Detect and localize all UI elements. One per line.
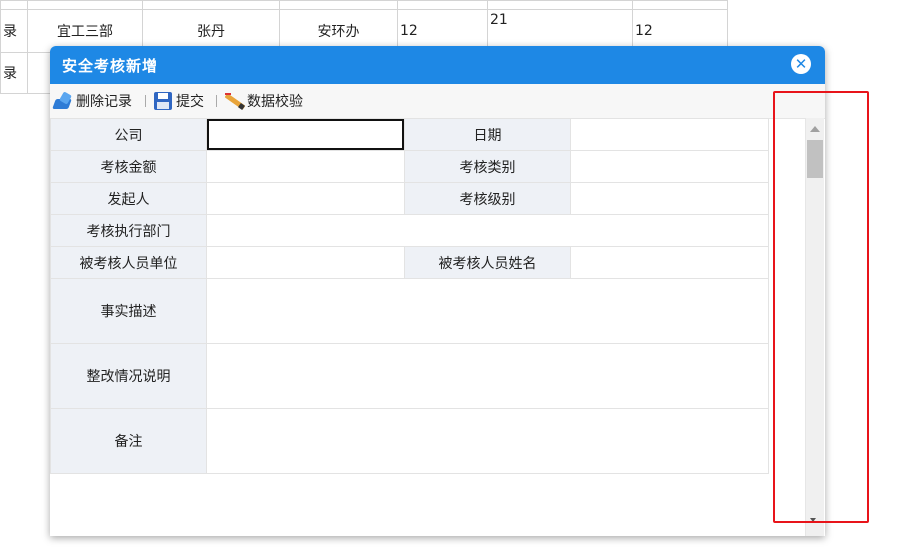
- rectify-desc-label: 整改情况说明: [50, 343, 207, 409]
- form-row: 备注: [50, 408, 769, 474]
- assessment-form: 公司 日期 考核金额 考核类别 发起人 考核级别 考核执行部门 被考核人员单位 …: [50, 118, 769, 474]
- amount-field[interactable]: [206, 150, 405, 183]
- highlight-rectangle: [773, 91, 869, 523]
- fact-desc-label: 事实描述: [50, 278, 207, 344]
- table-row: [0, 0, 728, 10]
- validate-data-button[interactable]: 数据校验: [224, 91, 303, 111]
- submit-label: 提交: [176, 94, 204, 110]
- assessed-name-field[interactable]: [570, 246, 769, 279]
- assessed-name-label: 被考核人员姓名: [404, 246, 571, 279]
- table-cell: 录: [0, 52, 28, 94]
- level-field[interactable]: [570, 182, 769, 215]
- form-row: 考核执行部门: [50, 214, 769, 247]
- form-row: 被考核人员单位 被考核人员姓名: [50, 246, 769, 279]
- toolbar-divider: [216, 95, 217, 107]
- assessed-unit-label: 被考核人员单位: [50, 246, 207, 279]
- pencil-icon: [224, 91, 246, 111]
- form-row: 事实描述: [50, 278, 769, 344]
- initiator-label: 发起人: [50, 182, 207, 215]
- rectify-desc-field[interactable]: [206, 343, 769, 409]
- toolbar-divider: [145, 95, 146, 107]
- dialog-titlebar[interactable]: 安全考核新增 ✕: [50, 46, 825, 84]
- remark-label: 备注: [50, 408, 207, 474]
- exec-dept-field[interactable]: [206, 214, 769, 247]
- form-row: 公司 日期: [50, 118, 769, 151]
- dialog-toolbar: 删除记录 提交 数据校验: [50, 84, 825, 119]
- submit-button[interactable]: 提交: [153, 91, 204, 111]
- exec-dept-label: 考核执行部门: [50, 214, 207, 247]
- fact-desc-field[interactable]: [206, 278, 769, 344]
- table-cell: 录: [0, 9, 28, 53]
- delete-record-label: 删除记录: [76, 94, 132, 110]
- form-area: 公司 日期 考核金额 考核类别 发起人 考核级别 考核执行部门 被考核人员单位 …: [50, 118, 770, 474]
- company-field[interactable]: [206, 118, 405, 151]
- amount-label: 考核金额: [50, 150, 207, 183]
- remark-field[interactable]: [206, 408, 769, 474]
- initiator-field[interactable]: [206, 182, 405, 215]
- close-icon[interactable]: ✕: [791, 54, 811, 74]
- date-label: 日期: [404, 118, 571, 151]
- type-label: 考核类别: [404, 150, 571, 183]
- form-row: 发起人 考核级别: [50, 182, 769, 215]
- dialog-title: 安全考核新增: [62, 57, 159, 75]
- form-row: 整改情况说明: [50, 343, 769, 409]
- validate-data-label: 数据校验: [247, 94, 303, 110]
- save-icon: [153, 91, 173, 111]
- eraser-icon: [52, 91, 73, 111]
- level-label: 考核级别: [404, 182, 571, 215]
- form-row: 考核金额 考核类别: [50, 150, 769, 183]
- date-field[interactable]: [570, 118, 769, 151]
- type-field[interactable]: [570, 150, 769, 183]
- company-label: 公司: [50, 118, 207, 151]
- add-safety-assessment-dialog: 安全考核新增 ✕ 删除记录 提交 数据校验 公司 日期 考核金额 考核类别 发起…: [50, 46, 825, 536]
- assessed-unit-field[interactable]: [206, 246, 405, 279]
- delete-record-button[interactable]: 删除记录: [52, 91, 132, 111]
